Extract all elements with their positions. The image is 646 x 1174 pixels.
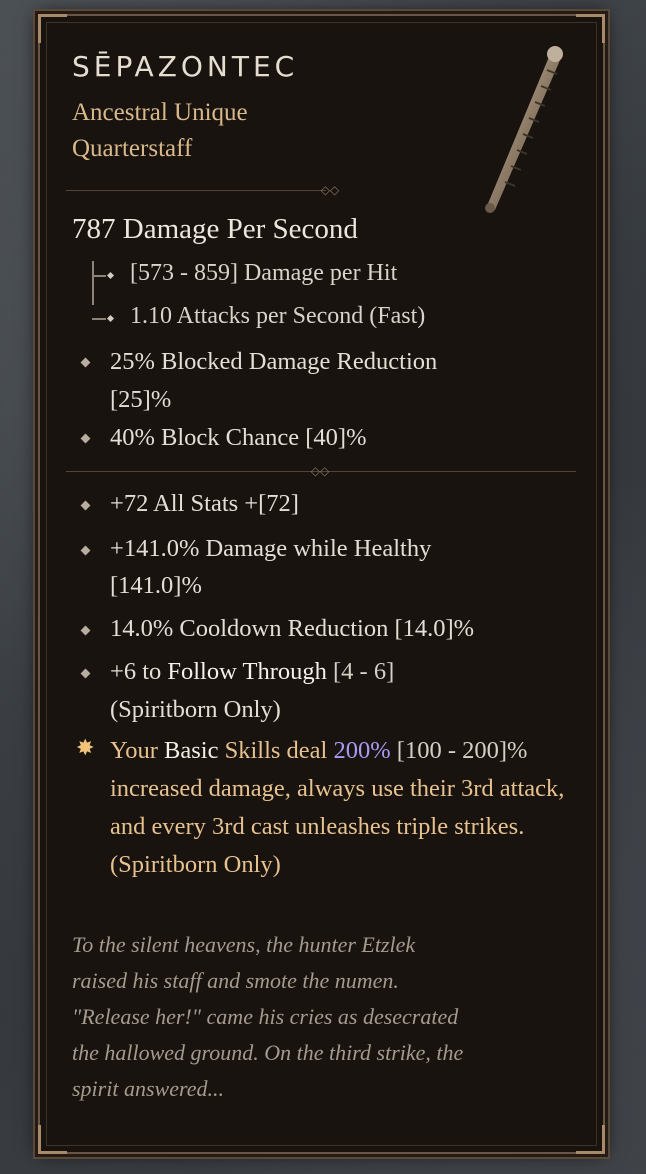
unique-keyword: Basic	[164, 737, 219, 764]
flavor-text-line: To the silent heavens, the hunter Etzlek	[72, 932, 416, 957]
corner-ornament	[38, 14, 67, 43]
damage-per-hit: [573 - 859] Damage per Hit	[130, 260, 398, 286]
affix-range: [4 - 6]	[326, 658, 395, 685]
quarterstaff-icon	[485, 46, 563, 213]
item-type: Quarterstaff	[72, 135, 193, 162]
all-stats-affix: +72 All Stats +[72]	[110, 490, 299, 517]
skill-name: Follow Through	[167, 658, 327, 685]
damage-while-healthy-affix: +141.0% Damage while Healthy	[110, 535, 432, 562]
cooldown-reduction-affix: 14.0% Cooldown Reduction [14.0]%	[110, 615, 475, 642]
damage-while-healthy-range: [141.0]%	[110, 572, 202, 599]
unique-power-text: Your Basic Skills deal 200% [100 - 200]%…	[110, 732, 580, 884]
item-tooltip: SĒPAZONTEC Ancestral Unique Quarterstaff…	[38, 14, 605, 1154]
unique-text-part: increased damage, always use their 3rd a…	[110, 775, 565, 878]
corner-ornament	[576, 14, 605, 43]
item-rarity: Ancestral Unique	[72, 99, 248, 126]
unique-value: 200%	[333, 737, 391, 764]
corner-ornament	[576, 1125, 605, 1154]
blocked-damage-reduction: 25% Blocked Damage Reduction	[110, 348, 438, 375]
block-chance: 40% Block Chance [40]%	[110, 424, 367, 451]
unique-text-part: Skills deal	[218, 737, 334, 764]
unique-text-part: Your	[110, 737, 165, 764]
flavor-text-line: raised his staff and smote the numen.	[72, 968, 399, 993]
unique-range: [100 -	[390, 737, 456, 764]
corner-ornament	[38, 1125, 67, 1154]
stat-tree-connector	[92, 261, 94, 305]
unique-power-star-icon: ✸	[76, 736, 95, 761]
unique-range: 200]%	[462, 737, 528, 764]
damage-per-second: 787 Damage Per Second	[72, 213, 358, 245]
section-divider: ◇◇	[66, 184, 339, 196]
follow-through-class-restriction: (Spiritborn Only)	[110, 696, 281, 723]
affix-prefix: +6 to	[110, 658, 168, 685]
stat-tree-connector	[92, 318, 106, 320]
section-divider: ◇◇	[66, 465, 576, 477]
attacks-per-second: 1.10 Attacks per Second (Fast)	[130, 303, 426, 329]
stat-tree-connector	[92, 275, 106, 277]
flavor-text-line: "Release her!" came his cries as desecra…	[72, 1004, 459, 1029]
blocked-damage-reduction-range: [25]%	[110, 386, 172, 413]
flavor-text-line: the hallowed ground. On the third strike…	[72, 1040, 464, 1065]
flavor-text-line: spirit answered...	[72, 1076, 224, 1101]
item-name: SĒPAZONTEC	[72, 50, 299, 83]
follow-through-affix: +6 to Follow Through [4 - 6]	[110, 653, 394, 691]
